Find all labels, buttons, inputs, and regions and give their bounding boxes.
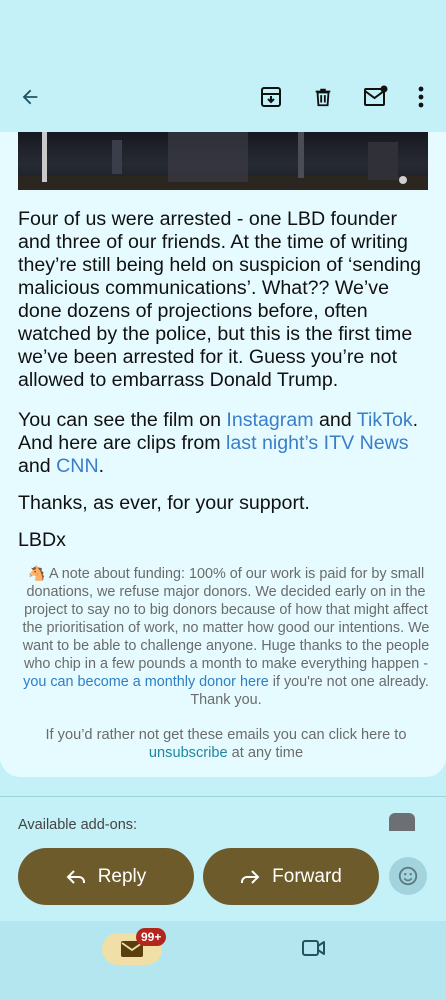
unread-badge: 99+ bbox=[136, 928, 167, 946]
monthly-donor-link[interactable]: you can become a monthly donor here bbox=[23, 674, 269, 690]
bottom-navigation bbox=[0, 921, 446, 1000]
top-app-bar bbox=[0, 0, 446, 132]
tiktok-link[interactable]: TikTok bbox=[357, 409, 413, 431]
trash-icon bbox=[315, 88, 331, 107]
mark-unread-icon bbox=[364, 85, 388, 106]
unsubscribe-footer: If you’d rather not get these emails you… bbox=[45, 727, 407, 761]
reply-icon bbox=[66, 869, 85, 884]
addon-icon[interactable] bbox=[389, 813, 415, 831]
archive-icon bbox=[261, 87, 281, 107]
instagram-link[interactable]: Instagram bbox=[226, 409, 313, 431]
reply-button[interactable]: Reply bbox=[18, 848, 194, 905]
horse-emoji-icon: 🐴 bbox=[27, 566, 46, 582]
forward-button[interactable]: Forward bbox=[203, 848, 379, 905]
email-signature: LBDx bbox=[18, 529, 66, 551]
nav-meet-tab[interactable] bbox=[301, 936, 327, 960]
email-paragraph-links: You can see the film on Instagram and Ti… bbox=[18, 409, 419, 477]
itv-news-link[interactable]: last night’s ITV News bbox=[226, 432, 409, 454]
forward-label: Forward bbox=[272, 865, 342, 887]
back-button[interactable] bbox=[17, 84, 43, 110]
reply-label: Reply bbox=[97, 865, 147, 887]
cnn-link[interactable]: CNN bbox=[56, 455, 98, 477]
addons-label: Available add-ons: bbox=[18, 817, 138, 833]
email-thanks: Thanks, as ever, for your support. bbox=[18, 492, 310, 514]
funding-note: 🐴 A note about funding: 100% of our work… bbox=[22, 566, 430, 708]
video-camera-icon bbox=[302, 940, 325, 956]
divider bbox=[0, 796, 446, 797]
archive-button[interactable] bbox=[258, 84, 284, 110]
more-vert-icon bbox=[418, 86, 424, 108]
more-options-button[interactable] bbox=[408, 84, 434, 110]
email-paragraph-arrests: Four of us were arrested - one LBD found… bbox=[18, 208, 422, 391]
email-header-image bbox=[18, 132, 428, 190]
unsubscribe-link[interactable]: unsubscribe bbox=[149, 745, 228, 761]
mark-unread-button[interactable] bbox=[363, 84, 389, 110]
arrow-back-icon bbox=[22, 89, 38, 105]
delete-button[interactable] bbox=[310, 84, 336, 110]
emoji-reaction-icon bbox=[398, 866, 418, 886]
email-body-card: Four of us were arrested - one LBD found… bbox=[0, 132, 446, 777]
emoji-reaction-button[interactable] bbox=[389, 857, 427, 895]
forward-icon bbox=[241, 869, 260, 884]
